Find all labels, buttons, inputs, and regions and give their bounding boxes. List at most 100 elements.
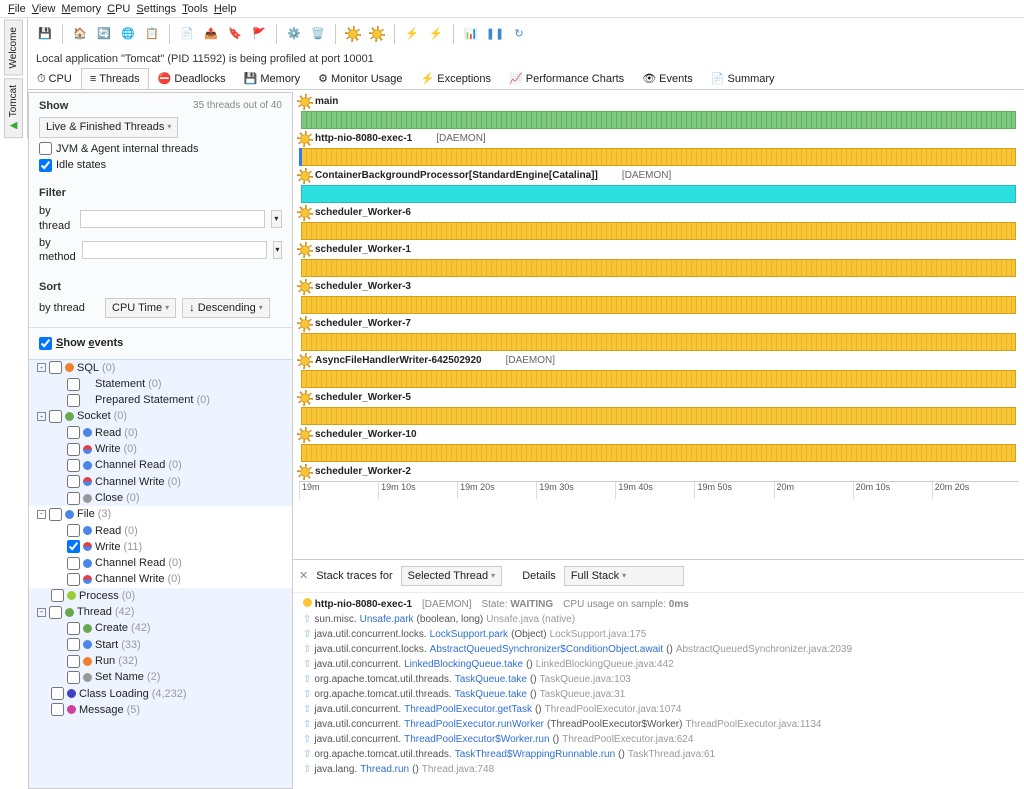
thread-bar[interactable] — [301, 296, 1016, 314]
chart-icon[interactable]: 📊 — [460, 23, 482, 45]
tree-checkbox[interactable] — [67, 638, 80, 651]
menu-view[interactable]: View — [32, 2, 56, 15]
thread-row[interactable]: main — [295, 93, 1022, 129]
tree-checkbox[interactable] — [51, 687, 64, 700]
jvm-threads-checkbox[interactable]: JVM & Agent internal threads — [39, 142, 282, 156]
tree-checkbox[interactable] — [67, 443, 80, 456]
tab-events[interactable]: 👁Events — [633, 68, 702, 89]
menu-memory[interactable]: Memory — [61, 2, 101, 15]
thread-row[interactable]: scheduler_Worker-1 — [295, 241, 1022, 277]
stack-details-dropdown[interactable]: Full Stack — [564, 566, 684, 586]
tree-checkbox[interactable] — [67, 655, 80, 668]
menu-help[interactable]: Help — [214, 2, 237, 15]
bookmark-icon[interactable]: 🔖 — [224, 23, 246, 45]
stack-frame[interactable]: ⇧java.util.concurrent.locks.LockSupport.… — [303, 627, 1014, 642]
stack-frame[interactable]: ⇧org.apache.tomcat.util.threads.TaskThre… — [303, 747, 1014, 762]
tab-deadlocks[interactable]: ⛔Deadlocks — [149, 68, 235, 89]
stack-frame[interactable]: ⇧java.util.concurrent.ThreadPoolExecutor… — [303, 732, 1014, 747]
thread-row[interactable]: AsyncFileHandlerWriter-642502920[DAEMON] — [295, 352, 1022, 388]
tree-node-process[interactable]: Process (0) — [29, 588, 292, 604]
thread-bar[interactable] — [301, 222, 1016, 240]
stack-frame[interactable]: ⇧java.util.concurrent.locks.AbstractQueu… — [303, 642, 1014, 657]
tab-cpu[interactable]: ⏱CPU — [28, 68, 81, 89]
tree-checkbox[interactable] — [67, 492, 80, 505]
thread-row[interactable]: scheduler_Worker-3 — [295, 278, 1022, 314]
tree-node-read[interactable]: Read (0) — [29, 425, 292, 441]
thread-timeline-list[interactable]: main http-nio-8080-exec-1[DAEMON] Contai… — [293, 92, 1024, 559]
tree-checkbox[interactable] — [67, 378, 80, 391]
tree-node-set-name[interactable]: Set Name (2) — [29, 669, 292, 685]
bolt-trash-icon[interactable]: ⚡ — [425, 23, 447, 45]
tab-monitor-usage[interactable]: ⚙Monitor Usage — [309, 68, 411, 89]
tree-node-sql[interactable]: -SQL (0) — [29, 360, 292, 376]
tree-toggle[interactable]: - — [37, 510, 46, 519]
menu-tools[interactable]: Tools — [182, 2, 208, 15]
thread-bar[interactable] — [301, 259, 1016, 277]
tree-toggle[interactable]: - — [37, 608, 46, 617]
gear-orange-icon[interactable] — [342, 23, 364, 45]
tree-node-file[interactable]: -File (3) — [29, 506, 292, 522]
thread-bar[interactable] — [301, 148, 1016, 166]
tree-checkbox[interactable] — [67, 622, 80, 635]
tree-node-start[interactable]: Start (33) — [29, 637, 292, 653]
tree-checkbox[interactable] — [67, 540, 80, 553]
pause-icon[interactable]: ❚❚ — [484, 23, 506, 45]
thread-bar[interactable] — [301, 444, 1016, 462]
tab-memory[interactable]: 💾Memory — [235, 68, 309, 89]
close-stack-icon[interactable]: ✕ — [299, 569, 308, 583]
home-icon[interactable]: 🏠 — [69, 23, 91, 45]
vtab-welcome[interactable]: Welcome — [4, 20, 23, 76]
tree-toggle[interactable]: - — [37, 363, 46, 372]
show-mode-dropdown[interactable]: Live & Finished Threads — [39, 117, 178, 137]
tab-threads[interactable]: ≡Threads — [81, 68, 149, 89]
stack-frame[interactable]: ⇧java.util.concurrent.ThreadPoolExecutor… — [303, 717, 1014, 732]
tree-node-read[interactable]: Read (0) — [29, 523, 292, 539]
tree-node-prepared-statement[interactable]: Prepared Statement (0) — [29, 392, 292, 408]
tree-node-write[interactable]: Write (11) — [29, 539, 292, 555]
tree-node-message[interactable]: Message (5) — [29, 702, 292, 718]
refresh-icon[interactable]: 🔄 — [93, 23, 115, 45]
stack-frame[interactable]: ⇧org.apache.tomcat.util.threads.TaskQueu… — [303, 687, 1014, 702]
thread-row[interactable]: scheduler_Worker-10 — [295, 426, 1022, 462]
tree-node-thread[interactable]: -Thread (42) — [29, 604, 292, 620]
stack-frame[interactable]: ⇧java.lang.Thread.run() Thread.java:748 — [303, 762, 1014, 777]
tab-exceptions[interactable]: ⚡Exceptions — [412, 68, 501, 89]
stack-thread-dropdown[interactable]: Selected Thread — [401, 566, 503, 586]
filter-thread-input[interactable] — [80, 210, 265, 228]
tree-checkbox[interactable] — [51, 703, 64, 716]
thread-bar[interactable] — [301, 185, 1016, 203]
trash-icon[interactable]: 🗑️ — [307, 23, 329, 45]
thread-row[interactable]: scheduler_Worker-7 — [295, 315, 1022, 351]
tree-toggle[interactable]: - — [37, 412, 46, 421]
tree-node-socket[interactable]: -Socket (0) — [29, 408, 292, 424]
tree-checkbox[interactable] — [67, 426, 80, 439]
thread-bar[interactable] — [301, 333, 1016, 351]
thread-bar[interactable] — [301, 407, 1016, 425]
stack-frame[interactable]: ⇧sun.misc.Unsafe.park(boolean, long) Uns… — [303, 612, 1014, 627]
thread-row[interactable]: scheduler_Worker-2 — [295, 463, 1022, 480]
tree-node-run[interactable]: Run (32) — [29, 653, 292, 669]
snapshot-icon[interactable]: 📋 — [141, 23, 163, 45]
idle-states-checkbox[interactable]: Idle states — [39, 158, 282, 172]
stack-frame[interactable]: ⇧java.util.concurrent.ThreadPoolExecutor… — [303, 702, 1014, 717]
reload-icon[interactable]: ↻ — [508, 23, 530, 45]
sort-field-dropdown[interactable]: CPU Time — [105, 298, 176, 318]
tree-checkbox[interactable] — [67, 459, 80, 472]
tree-checkbox[interactable] — [67, 524, 80, 537]
export-icon[interactable]: 📤 — [200, 23, 222, 45]
tree-checkbox[interactable] — [67, 557, 80, 570]
tree-checkbox[interactable] — [67, 475, 80, 488]
tree-node-statement[interactable]: Statement (0) — [29, 376, 292, 392]
vtab-tomcat[interactable]: ▶Tomcat — [4, 78, 23, 138]
bolt-icon[interactable]: ⚡ — [401, 23, 423, 45]
sort-dir-dropdown[interactable]: ↓ Descending — [182, 298, 270, 318]
tree-checkbox[interactable] — [51, 589, 64, 602]
tree-node-create[interactable]: Create (42) — [29, 620, 292, 636]
tree-checkbox[interactable] — [49, 606, 62, 619]
tree-node-channel-read[interactable]: Channel Read (0) — [29, 457, 292, 473]
menu-file[interactable]: File — [8, 2, 26, 15]
open-icon[interactable]: 📄 — [176, 23, 198, 45]
world-cancel-icon[interactable]: 🌐 — [117, 23, 139, 45]
tree-node-channel-write[interactable]: Channel Write (0) — [29, 571, 292, 587]
flag-icon[interactable]: 🚩 — [248, 23, 270, 45]
